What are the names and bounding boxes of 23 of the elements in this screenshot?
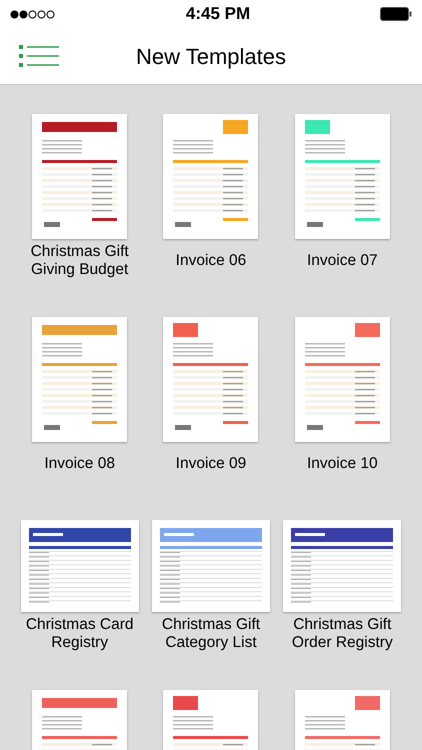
template-thumbnail[interactable] [32, 317, 128, 442]
template-thumbnail[interactable] [294, 317, 390, 442]
template-title: Christmas Gift Order Registry [290, 616, 394, 652]
template-thumbnail[interactable] [20, 520, 139, 612]
signal-icon [10, 10, 56, 18]
template-thumbnail[interactable] [163, 114, 258, 239]
template-title: Invoice 09 [174, 455, 248, 473]
template-thumbnail[interactable] [294, 114, 390, 239]
template-thumbnail[interactable] [152, 520, 270, 612]
template-thumbnail[interactable] [283, 520, 402, 612]
template-title: Invoice 10 [306, 455, 379, 473]
template-title: Christmas Gift Giving Budget [30, 243, 130, 279]
template-title: Invoice 08 [43, 455, 116, 473]
template-title: Christmas Gift Category List [160, 616, 262, 652]
status-time: 4:45 PM [186, 3, 250, 26]
menu-icon [19, 44, 59, 68]
template-title: Invoice 06 [174, 252, 248, 270]
template-title: Invoice 07 [306, 252, 379, 270]
battery-icon [380, 7, 412, 21]
template-thumbnail[interactable] [32, 114, 128, 239]
template-thumbnail[interactable] [163, 317, 258, 442]
screen-title: New Templates [136, 42, 286, 71]
template-title: Christmas Card Registry [24, 616, 134, 652]
